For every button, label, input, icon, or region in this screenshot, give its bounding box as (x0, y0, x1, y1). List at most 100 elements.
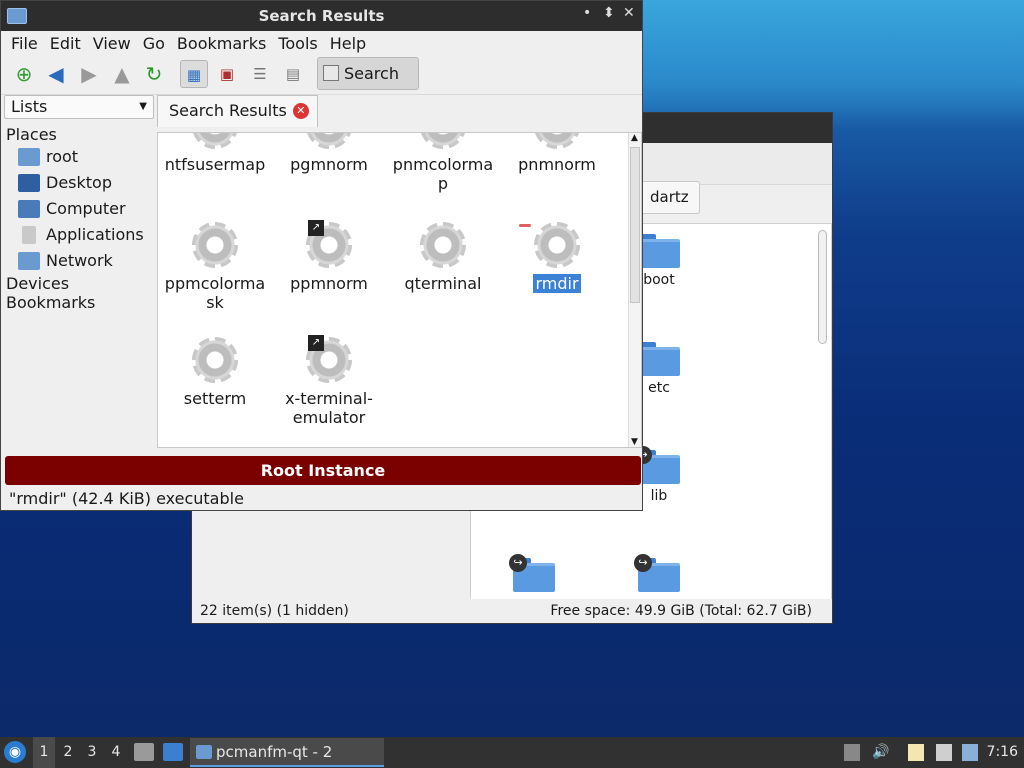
file-item-selected[interactable]: rmdir (500, 222, 614, 293)
task-label: pcmanfm-qt - 2 windo... (216, 743, 333, 761)
menu-file[interactable]: File (5, 33, 44, 55)
start-menu-icon[interactable]: ◉ (4, 741, 26, 763)
back-arrow-icon[interactable]: ◀ (42, 60, 70, 88)
tab-search-results[interactable]: Search Results ✕ (157, 95, 318, 127)
breadcrumb-button[interactable]: dartz (639, 181, 700, 214)
file-label: ppmnorm (290, 274, 368, 293)
tab-label: Search Results (169, 101, 287, 120)
places-header[interactable]: Places (4, 125, 154, 144)
file-item[interactable]: pnmcolorma p (386, 133, 500, 193)
chevron-down-icon: ▼ (139, 101, 147, 112)
scroll-up-icon[interactable]: ▲ (631, 133, 638, 143)
reload-icon[interactable]: ↻ (140, 60, 168, 88)
forward-arrow-icon[interactable]: ▶ (75, 60, 103, 88)
file-item[interactable]: pgmnorm (272, 133, 386, 174)
file-item[interactable]: setterm (158, 337, 272, 408)
scrollbar[interactable] (818, 230, 827, 344)
network-icon (18, 252, 40, 270)
folder-icon (638, 342, 680, 376)
folder-item[interactable]: ↪ (614, 554, 704, 596)
executable-icon (420, 222, 466, 268)
new-tab-icon[interactable]: ⊕ (10, 60, 38, 88)
scrollbar[interactable]: ▲ ▼ (628, 133, 641, 447)
menu-bookmarks[interactable]: Bookmarks (171, 33, 272, 55)
toolbar: ⊕ ◀ ▶ ▲ ↻ ▦ ▣ ☰ ▤ Search (1, 55, 642, 95)
search-results-window[interactable]: Search Results • ⬍ ✕ File Edit View Go Bookm… (0, 0, 643, 511)
titlebar[interactable]: Search Results • ⬍ ✕ (1, 1, 642, 31)
compact-view-icon[interactable]: ☰ (246, 60, 274, 88)
sidebar-item-desktop[interactable]: Desktop (4, 170, 154, 196)
executable-icon (420, 133, 466, 149)
file-item[interactable]: pnmnorm (500, 133, 614, 174)
workspace-3[interactable]: 3 (81, 737, 103, 768)
sidebar-item-label: Computer (46, 199, 126, 218)
folder-label: boot (643, 272, 675, 288)
show-desktop-icon[interactable] (134, 743, 154, 761)
folder-icon (638, 234, 680, 268)
file-view[interactable]: ▲ ▼ ntfsusermap pgmnorm pnmcolorma p pnm… (157, 132, 642, 448)
executable-icon (534, 222, 580, 268)
up-arrow-icon[interactable]: ▲ (108, 60, 136, 88)
taskbar: ◉ 1 2 3 4 pcmanfm-qt - 2 windo... 🔊 7:16 (0, 737, 1024, 768)
bookmarks-header[interactable]: Bookmarks (4, 293, 154, 312)
scroll-down-icon[interactable]: ▼ (631, 437, 638, 447)
menu-view[interactable]: View (87, 33, 137, 55)
icon-view-icon[interactable]: ▦ (180, 60, 208, 88)
folder-icon: ↪ (634, 446, 680, 484)
workspace-2[interactable]: 2 (57, 737, 79, 768)
file-item[interactable]: ppmcolorma sk (158, 222, 272, 312)
menu-help[interactable]: Help (324, 33, 372, 55)
file-manager-launcher-icon[interactable] (163, 743, 183, 761)
clock: 7:16 (986, 744, 1018, 760)
devices-header[interactable]: Devices (4, 274, 154, 293)
folder-item[interactable]: ↪ (489, 554, 579, 596)
close-tab-icon[interactable]: ✕ (292, 103, 309, 119)
menu-edit[interactable]: Edit (44, 33, 87, 55)
volume-icon[interactable]: 🔊 (872, 744, 889, 761)
file-label: pnmnorm (518, 155, 596, 174)
clipboard-icon[interactable] (908, 744, 924, 761)
taskbar-window-button[interactable]: pcmanfm-qt - 2 windo... (190, 738, 384, 767)
sidebar-item-label: Network (46, 251, 113, 270)
executable-icon (192, 337, 238, 383)
update-notifier-icon[interactable] (844, 744, 860, 761)
background-statusbar: 22 item(s) (1 hidden) Free space: 49.9 G… (192, 599, 832, 623)
file-item[interactable]: ↗ x-terminal- emulator (272, 335, 386, 427)
thumbnail-view-icon[interactable]: ▣ (213, 60, 241, 88)
notification-icon[interactable] (962, 744, 978, 761)
root-instance-banner: Root Instance (5, 456, 641, 485)
executable-icon (306, 133, 352, 149)
detailed-view-icon[interactable]: ▤ (279, 60, 307, 88)
menubar: File Edit View Go Bookmarks Tools Help (1, 31, 642, 55)
minimize-button[interactable]: • (583, 5, 591, 21)
sidebar-mode-select[interactable]: Lists ▼ (4, 95, 154, 119)
executable-icon (534, 133, 580, 149)
file-label: qterminal (404, 274, 482, 293)
sidebar-item-label: Desktop (46, 173, 112, 192)
workspace-1[interactable]: 1 (33, 737, 55, 768)
folder-label: etc (648, 380, 670, 396)
folder-icon: ↪ (634, 554, 680, 592)
sidebar-item-network[interactable]: Network (4, 248, 154, 274)
file-item[interactable]: ↗ ppmnorm (272, 220, 386, 293)
sidebar-item-root[interactable]: root (4, 144, 154, 170)
executable-icon (192, 222, 238, 268)
maximize-button[interactable]: ⬍ (603, 5, 615, 21)
symlink-icon: ↗ (308, 220, 324, 236)
symlink-icon: ↪ (509, 554, 527, 572)
search-button[interactable]: Search (317, 57, 419, 90)
sidebar-item-computer[interactable]: Computer (4, 196, 154, 222)
status-text: "rmdir" (42.4 KiB) executable (9, 489, 244, 508)
item-count: 22 item(s) (1 hidden) (200, 603, 349, 619)
sidebar-item-applications[interactable]: Applications (4, 222, 154, 248)
tab-bar: Search Results ✕ (157, 95, 643, 127)
scrollbar-thumb[interactable] (630, 147, 640, 303)
file-item[interactable]: qterminal (386, 222, 500, 293)
file-item[interactable]: ntfsusermap (158, 133, 272, 174)
network-tray-icon[interactable] (936, 744, 952, 761)
menu-go[interactable]: Go (137, 33, 171, 55)
close-button[interactable]: ✕ (623, 5, 635, 21)
file-label: x-terminal- emulator (285, 389, 373, 427)
workspace-4[interactable]: 4 (105, 737, 127, 768)
menu-tools[interactable]: Tools (272, 33, 323, 55)
